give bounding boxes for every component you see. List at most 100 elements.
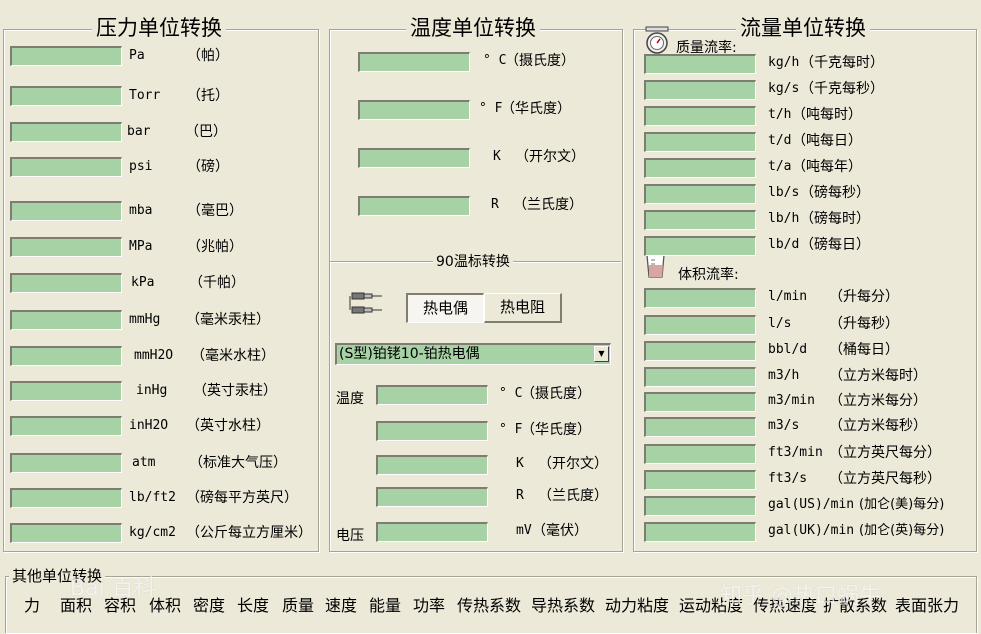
other-unit-link-5[interactable]: 长度: [237, 592, 269, 616]
volume-flow-field-8[interactable]: [644, 496, 756, 516]
tab-thermocouple[interactable]: 热电偶: [406, 293, 484, 323]
mass-flow-unit-name: （磅每日）: [800, 237, 870, 253]
temperature-unit-name: （摄氏度）: [505, 53, 575, 69]
temperature-field-3[interactable]: [358, 196, 470, 216]
temperature-field-1[interactable]: [358, 100, 470, 120]
other-unit-link-6[interactable]: 质量: [282, 592, 314, 616]
mass-flow-field-2[interactable]: [644, 106, 756, 126]
volume-flow-field-3[interactable]: [644, 367, 756, 387]
volume-flow-field-6[interactable]: [644, 444, 756, 464]
volume-flow-field-5[interactable]: [644, 417, 756, 437]
its90-unit-name: （摄氏度）: [521, 386, 591, 402]
mass-flow-unit-name: （吨每时）: [792, 107, 862, 123]
volume-flow-field-4[interactable]: [644, 392, 756, 412]
volume-flow-unit-name: （升每分）: [829, 289, 899, 305]
pressure-unit-name: （公斤每立方厘米）: [186, 525, 312, 541]
pressure-field-6[interactable]: [10, 273, 122, 293]
pressure-unit-name: （巴）: [185, 124, 227, 140]
other-unit-link-11[interactable]: 导热系数: [531, 592, 595, 616]
pressure-field-0[interactable]: [10, 46, 122, 66]
voltage-unit: mV: [516, 523, 532, 538]
volume-flow-field-9[interactable]: [644, 522, 756, 542]
pressure-unit: kPa: [131, 275, 155, 290]
its90-unit: R: [516, 488, 524, 503]
temperature-unit: ° F: [479, 101, 503, 116]
its90-field-2[interactable]: [376, 455, 488, 475]
its90-voltage-label: 电压: [336, 528, 364, 544]
mass-flow-unit-name: （吨每年）: [792, 159, 862, 175]
mass-flow-field-0[interactable]: [644, 54, 756, 74]
volume-flow-unit-name: （桶每日）: [829, 342, 899, 358]
mass-flow-unit: lb/h: [768, 211, 800, 226]
volume-flow-unit-name: （立方米每时）: [829, 368, 927, 384]
temperature-field-0[interactable]: [358, 52, 470, 72]
volume-flow-unit: l/s: [768, 316, 792, 331]
pressure-unit: Pa: [129, 48, 145, 63]
other-unit-link-16[interactable]: 表面张力: [895, 592, 959, 616]
volume-flow-field-1[interactable]: [644, 315, 756, 335]
watermark-zhihu: 知乎 @热口蜗牛: [720, 584, 881, 609]
pressure-field-1[interactable]: [10, 86, 122, 106]
its90-unit: K: [516, 456, 524, 471]
sensor-type-select[interactable]: (S型)铂铑10-铂热电偶 ▼: [335, 343, 611, 365]
pressure-field-11[interactable]: [10, 453, 122, 473]
volume-flow-unit: m3/min: [768, 393, 815, 408]
voltage-unit-name: （毫伏）: [532, 523, 588, 539]
other-unit-link-10[interactable]: 传热系数: [457, 592, 521, 616]
pressure-field-7[interactable]: [10, 310, 122, 330]
pressure-unit-name: （毫米水柱）: [191, 348, 275, 364]
mass-flow-field-5[interactable]: [644, 184, 756, 204]
pressure-unit: inHg: [136, 383, 168, 398]
its90-field-0[interactable]: [376, 385, 488, 405]
mass-flow-field-6[interactable]: [644, 210, 756, 230]
temperature-field-2[interactable]: [358, 148, 470, 168]
pressure-field-8[interactable]: [10, 346, 122, 366]
pressure-unit: mmH2O: [134, 348, 174, 363]
mass-flow-field-1[interactable]: [644, 80, 756, 100]
volume-flow-unit-name: （升每秒）: [829, 316, 899, 332]
mass-flow-field-3[interactable]: [644, 132, 756, 152]
pressure-field-4[interactable]: [10, 201, 122, 221]
pressure-title: 压力单位转换: [92, 16, 226, 40]
its90-title: 90温标转换: [433, 251, 513, 271]
other-unit-link-12[interactable]: 动力粘度: [605, 592, 669, 616]
its90-unit: ° C: [499, 386, 523, 401]
other-unit-link-7[interactable]: 速度: [325, 592, 357, 616]
chevron-down-icon[interactable]: ▼: [594, 346, 609, 362]
temperature-unit-name: （兰氏度）: [513, 197, 583, 213]
tab-rtd[interactable]: 热电阻: [484, 293, 562, 323]
watermark-baike: Bai 百科: [70, 576, 156, 601]
other-unit-link-4[interactable]: 密度: [193, 592, 225, 616]
volume-flow-unit-name: （立方英尺每秒）: [829, 471, 941, 487]
other-unit-link-0[interactable]: 力: [24, 592, 40, 616]
temperature-unit-name: （华氏度）: [501, 101, 571, 117]
beaker-icon: [643, 252, 669, 280]
pressure-field-12[interactable]: [10, 488, 122, 508]
pressure-field-3[interactable]: [10, 157, 122, 177]
other-unit-link-9[interactable]: 功率: [413, 592, 445, 616]
pressure-unit-name: （托）: [187, 88, 229, 104]
mass-flow-field-7[interactable]: [644, 236, 756, 256]
mass-flow-unit-name: （磅每秒）: [800, 185, 870, 201]
mass-flow-field-4[interactable]: [644, 158, 756, 178]
volume-flow-unit: m3/s: [768, 418, 800, 433]
pressure-field-9[interactable]: [10, 381, 122, 401]
volume-flow-unit: gal(US)/min: [768, 497, 855, 512]
volume-flow-field-2[interactable]: [644, 341, 756, 361]
its90-unit-name: （开尔文）: [538, 456, 608, 472]
its90-field-3[interactable]: [376, 487, 488, 507]
pressure-unit-name: （帕）: [187, 48, 229, 64]
volume-flow-field-0[interactable]: [644, 288, 756, 308]
pressure-field-2[interactable]: [10, 122, 122, 142]
mass-flow-unit: lb/s: [768, 185, 800, 200]
voltage-mv-field[interactable]: [376, 522, 488, 542]
mass-flow-unit: t/d: [768, 133, 792, 148]
pressure-field-5[interactable]: [10, 237, 122, 257]
other-unit-link-8[interactable]: 能量: [369, 592, 401, 616]
its90-temp-label: 温度: [336, 391, 364, 407]
pressure-field-10[interactable]: [10, 416, 122, 436]
pressure-field-13[interactable]: [10, 523, 122, 543]
volume-flow-field-7[interactable]: [644, 470, 756, 490]
its90-field-1[interactable]: [376, 421, 488, 441]
pressure-unit-name: （英寸水柱）: [186, 418, 270, 434]
